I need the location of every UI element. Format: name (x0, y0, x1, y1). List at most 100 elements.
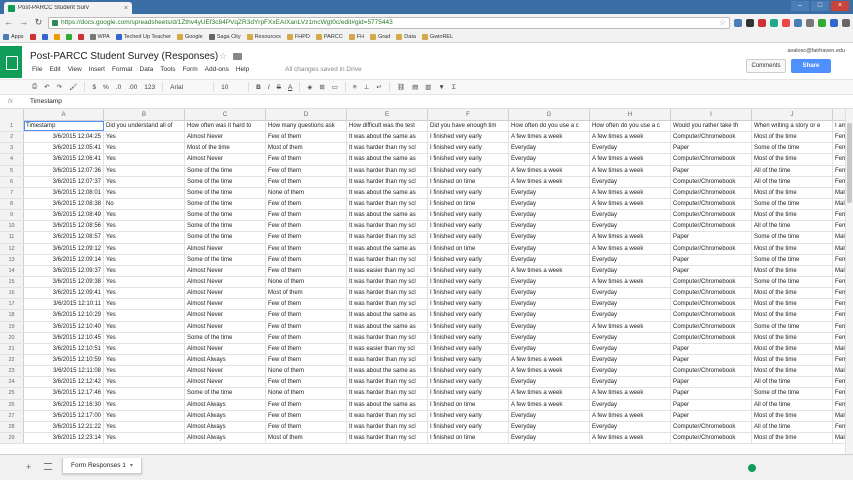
cell[interactable]: Few of them (266, 299, 347, 310)
bookmark-item[interactable]: Apps (3, 33, 24, 40)
row-number[interactable]: 7 (0, 187, 24, 198)
cell[interactable]: 3/6/2015 12:10:40 (24, 321, 104, 332)
align-horizontal-icon[interactable]: ≡ (353, 84, 357, 91)
cell[interactable]: I finished on time (428, 198, 509, 210)
cell[interactable]: Computer/Chromebook (671, 421, 752, 432)
cell[interactable]: How difficult was the test (347, 121, 428, 132)
cell[interactable]: All of the time (752, 176, 833, 187)
folder-icon[interactable] (233, 53, 242, 60)
cell[interactable]: Few of them (266, 232, 347, 243)
cell[interactable]: 3/6/2015 12:21:22 (24, 421, 104, 432)
cell[interactable]: Everyday (509, 221, 590, 232)
menu-file[interactable]: File (32, 66, 42, 73)
cell[interactable]: Most of them (266, 143, 347, 154)
cell[interactable]: Some of the time (185, 254, 266, 265)
extension-icon[interactable] (782, 18, 790, 27)
filter-icon[interactable]: ▼ (438, 84, 444, 91)
cell[interactable]: I finished on time (428, 176, 509, 187)
cell[interactable]: It was harder than my scl (347, 421, 428, 432)
cell[interactable]: Most of the time (752, 210, 833, 221)
cell[interactable]: Almost Always (185, 410, 266, 421)
row-number[interactable]: 4 (0, 154, 24, 165)
insert-comment-icon[interactable]: ▤ (412, 83, 418, 91)
cell[interactable]: Did you have enough tim (428, 121, 509, 132)
chevron-down-icon[interactable]: ▾ (130, 463, 133, 469)
cell[interactable]: 3/6/2015 12:10:59 (24, 354, 104, 366)
cell[interactable]: Everyday (590, 377, 671, 388)
cell[interactable]: 3/6/2015 12:07:37 (24, 176, 104, 187)
cell[interactable]: I finished very early (428, 132, 509, 143)
cell[interactable]: All of the time (752, 421, 833, 432)
cell[interactable]: 3/6/2015 12:06:41 (24, 154, 104, 165)
add-sheet-icon[interactable]: + (26, 462, 31, 472)
menu-form[interactable]: Form (182, 66, 197, 73)
cell[interactable]: Few of them (266, 421, 347, 432)
cell[interactable]: Paper (671, 410, 752, 421)
cell[interactable]: Yes (104, 210, 185, 221)
cell[interactable]: I finished very early (428, 310, 509, 321)
cell[interactable]: I finished very early (428, 354, 509, 366)
cell[interactable]: Computer/Chromebook (671, 243, 752, 254)
cell[interactable]: Most of the time (752, 354, 833, 366)
cell[interactable]: Yes (104, 321, 185, 332)
cell[interactable]: Almost Never (185, 265, 266, 276)
cell[interactable]: I finished very early (428, 366, 509, 377)
cell[interactable]: Yes (104, 354, 185, 366)
cell[interactable]: None of them (266, 187, 347, 198)
cell[interactable]: Everyday (590, 310, 671, 321)
row-number[interactable]: 19 (0, 321, 24, 332)
cell[interactable]: Computer/Chromebook (671, 221, 752, 232)
cell[interactable]: Almost Always (185, 421, 266, 432)
cell[interactable]: I finished very early (428, 276, 509, 288)
cell[interactable]: 3/6/2015 12:08:38 (24, 198, 104, 210)
menu-help[interactable]: Help (236, 66, 249, 73)
cell[interactable]: Everyday (590, 332, 671, 343)
document-title[interactable]: Post-PARCC Student Survey (Responses) (30, 51, 218, 62)
row-number[interactable]: 2 (0, 132, 24, 143)
chrome-menu-icon[interactable] (842, 18, 850, 27)
cell[interactable]: Yes (104, 377, 185, 388)
cell[interactable]: 3/6/2015 12:10:51 (24, 343, 104, 354)
select-all-corner[interactable] (0, 109, 24, 121)
cell[interactable]: Some of the time (185, 332, 266, 343)
cell[interactable]: Paper (671, 143, 752, 154)
cell[interactable]: All of the time (752, 399, 833, 410)
cell[interactable]: A few times a week (509, 399, 590, 410)
sheet-tab-form-responses[interactable]: Form Responses 1 ▾ (62, 458, 142, 474)
cell[interactable]: Few of them (266, 198, 347, 210)
cell[interactable]: Yes (104, 243, 185, 254)
cell[interactable]: Almost Never (185, 343, 266, 354)
row-number[interactable]: 6 (0, 176, 24, 187)
cell[interactable]: Computer/Chromebook (671, 299, 752, 310)
cell[interactable]: Few of them (266, 132, 347, 143)
reload-icon[interactable]: ↻ (33, 17, 44, 28)
extension-icon[interactable] (734, 18, 742, 27)
cell[interactable]: Everyday (509, 377, 590, 388)
cell[interactable]: Almost Never (185, 132, 266, 143)
menu-view[interactable]: View (68, 66, 82, 73)
cell[interactable]: None of them (266, 276, 347, 288)
cell[interactable]: Almost Never (185, 377, 266, 388)
cell[interactable]: I finished very early (428, 165, 509, 176)
column-header[interactable]: I (671, 109, 752, 121)
cell[interactable]: Yes (104, 165, 185, 176)
cell[interactable]: How often do you use a c (509, 121, 590, 132)
cell[interactable]: Few of them (266, 354, 347, 366)
cell[interactable]: Almost Never (185, 321, 266, 332)
cell[interactable]: Everyday (590, 221, 671, 232)
italic-button[interactable]: I (268, 84, 270, 91)
cell[interactable]: Some of the time (185, 388, 266, 399)
cell[interactable]: Everyday (590, 254, 671, 265)
cell[interactable]: Yes (104, 388, 185, 399)
currency-format-button[interactable]: $ (92, 84, 96, 91)
scrollbar-thumb[interactable] (847, 123, 852, 203)
cell[interactable]: I finished very early (428, 343, 509, 354)
cell[interactable]: Everyday (509, 187, 590, 198)
cell[interactable]: Everyday (590, 265, 671, 276)
cell[interactable]: Paper (671, 165, 752, 176)
cell[interactable]: Everyday (509, 210, 590, 221)
percent-format-button[interactable]: % (103, 84, 109, 91)
cell[interactable]: Few of them (266, 399, 347, 410)
cell[interactable]: 3/6/2015 12:09:12 (24, 243, 104, 254)
cell[interactable]: Would you rather take th (671, 121, 752, 132)
